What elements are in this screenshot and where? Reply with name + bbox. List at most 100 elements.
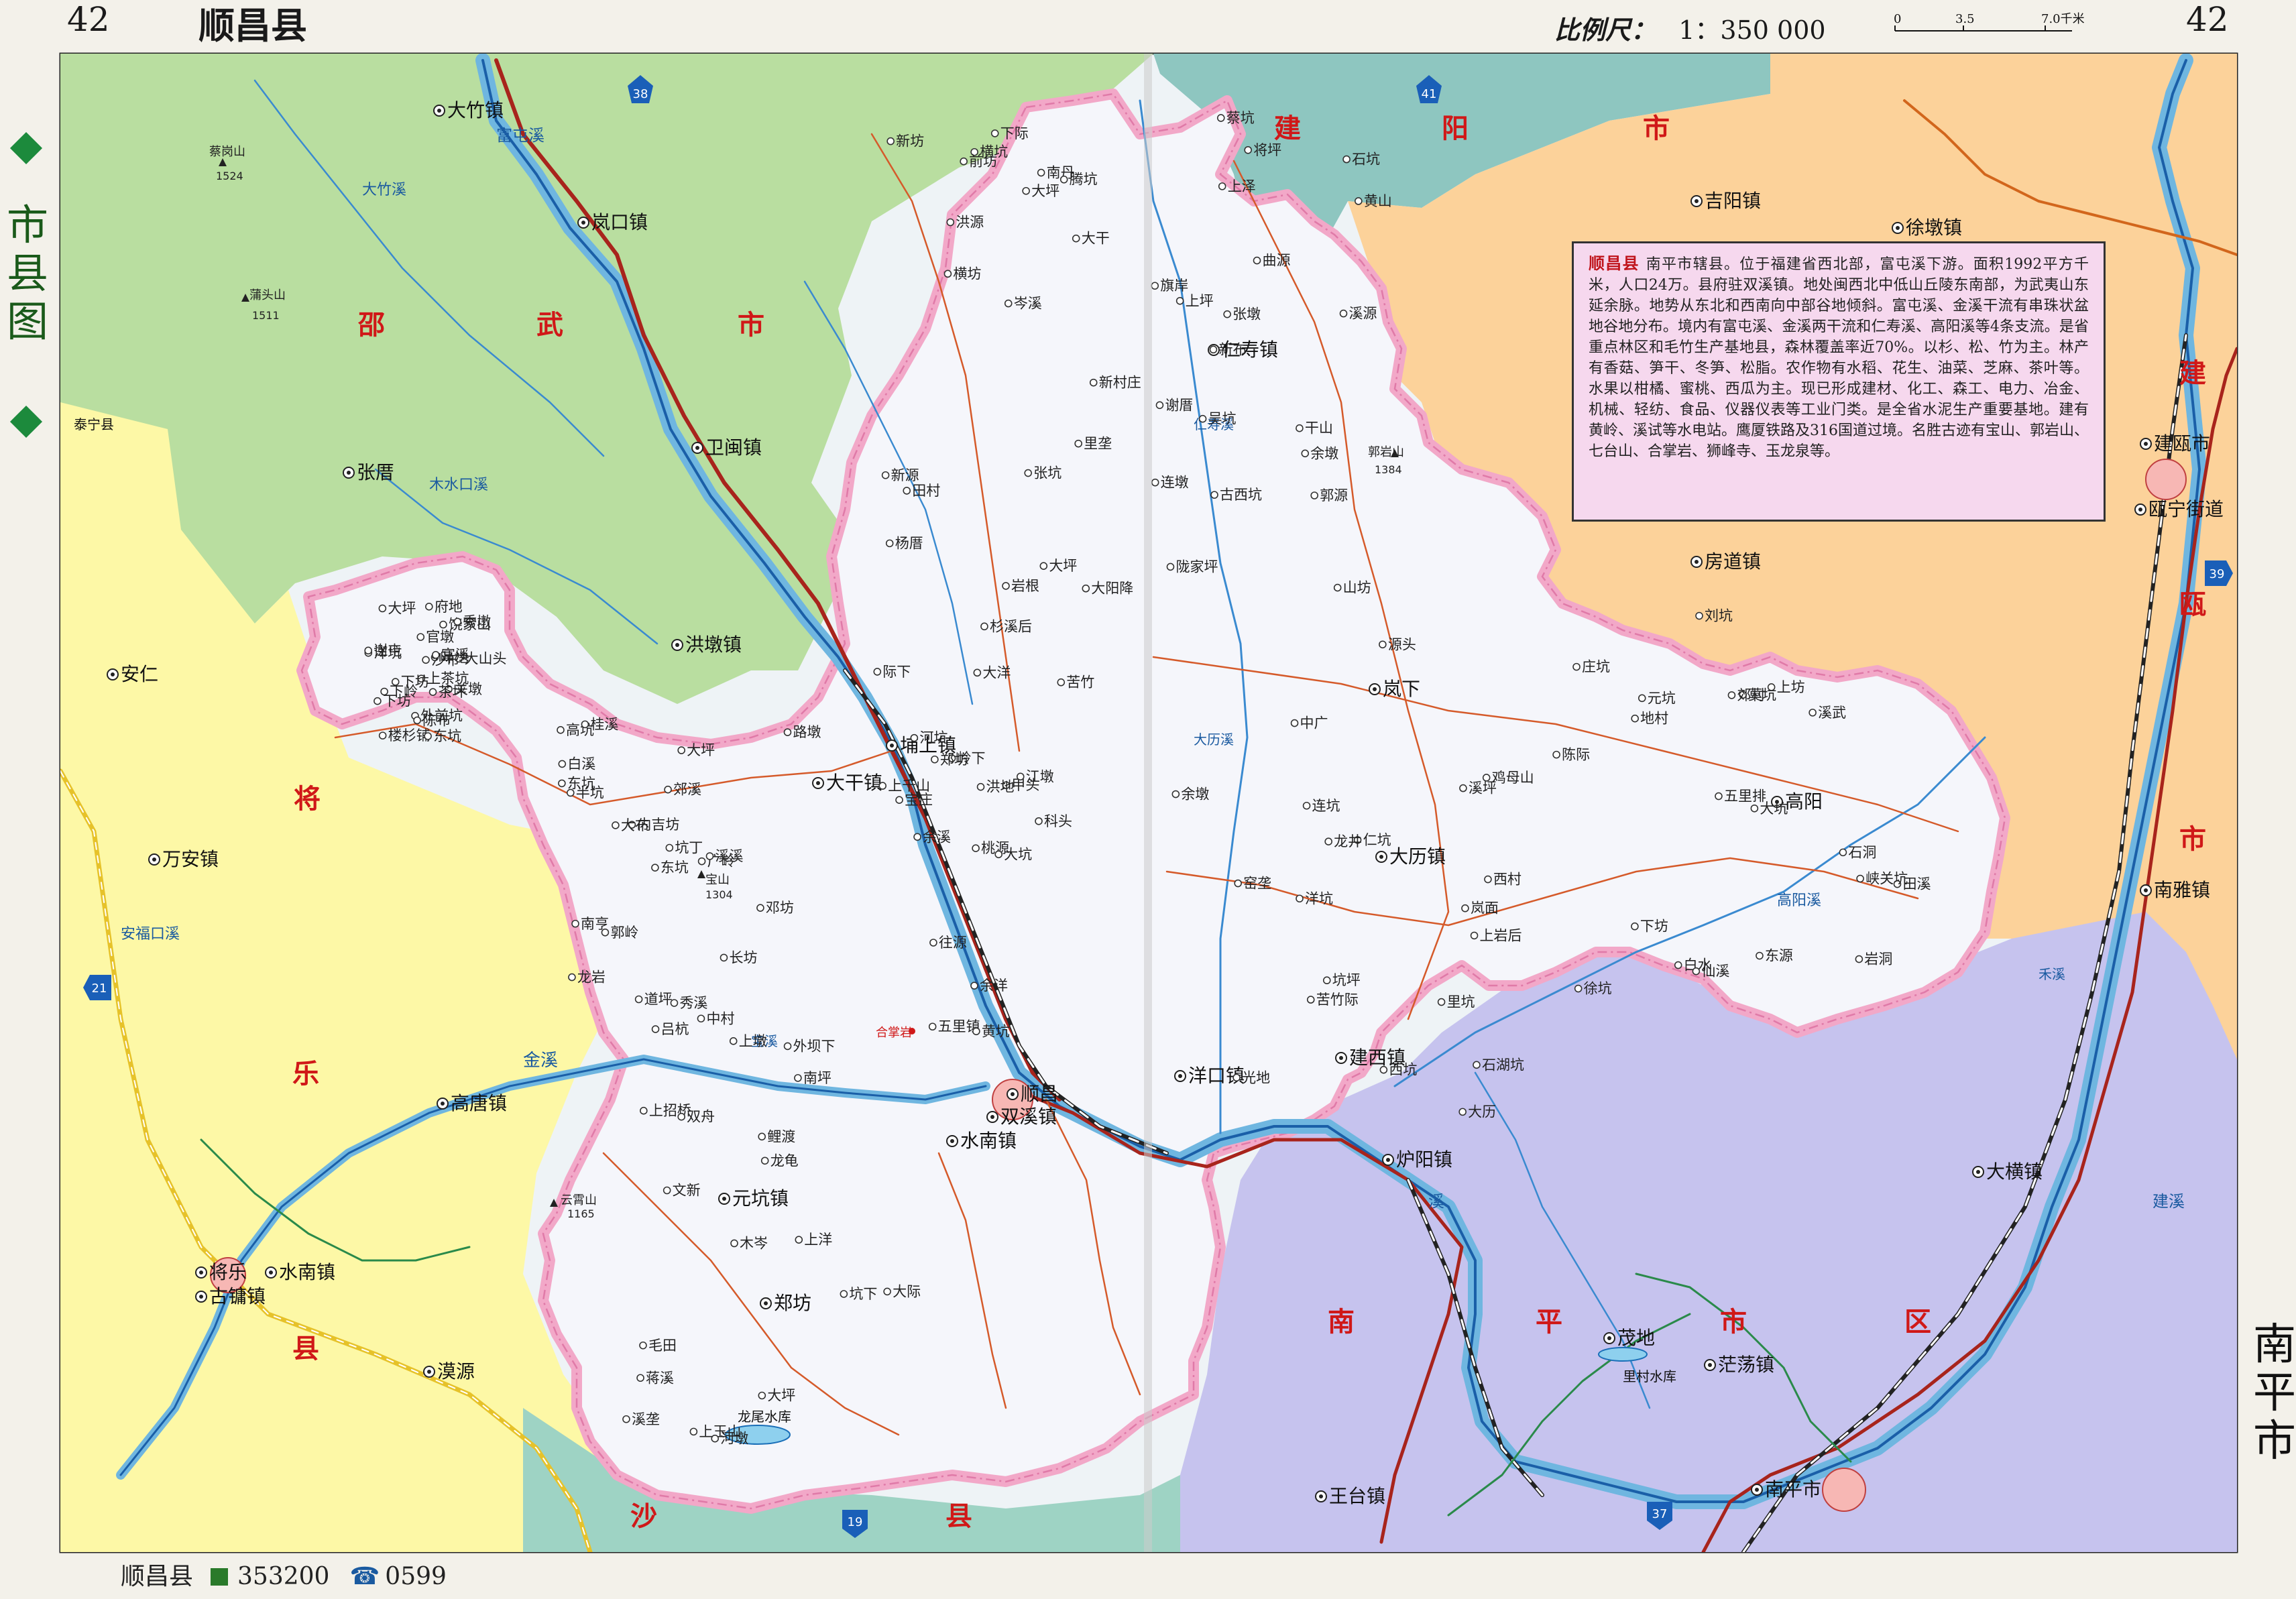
svg-text:郭岩山: 郭岩山 xyxy=(1368,445,1404,459)
village-label: 苦竹际 xyxy=(1316,992,1359,1008)
side-title-right: 南平市 xyxy=(2253,1320,2296,1466)
region-label: 市 xyxy=(1643,113,1670,144)
village-label: 吕杭 xyxy=(661,1021,689,1037)
town-label: 岚下 xyxy=(1383,678,1420,700)
region-label: 南 xyxy=(1328,1306,1355,1338)
village-label: 地村 xyxy=(1640,711,1668,727)
village-label: 腾坑 xyxy=(1070,172,1098,188)
town-label: 万安镇 xyxy=(162,848,219,870)
village-label: 桂溪 xyxy=(590,716,618,732)
village-label: 双舟 xyxy=(687,1109,715,1125)
village-label: 大山头 xyxy=(464,650,506,666)
route-badge: 19 xyxy=(842,1510,868,1538)
village-label: 山坊 xyxy=(1343,580,1371,596)
village-label: 南亨 xyxy=(581,916,609,932)
village-label: 岩洞 xyxy=(1864,951,1892,967)
town-label: 将乐 xyxy=(209,1261,247,1283)
village-label: 仙溪 xyxy=(1701,963,1729,980)
route-badge: 21 xyxy=(83,975,111,1000)
village-label: 东坑 xyxy=(433,728,461,744)
svg-text:蔡岗山: 蔡岗山 xyxy=(209,145,245,159)
river-label: 安福口溪 xyxy=(121,926,180,943)
svg-text:1304: 1304 xyxy=(705,888,733,901)
village-label: 宝庄 xyxy=(905,792,933,808)
village-label: 大际 xyxy=(893,1283,921,1299)
village-label: 窑垄 xyxy=(1243,876,1271,892)
region-label: 邵 xyxy=(357,309,385,341)
village-label: 余墩 xyxy=(1310,445,1338,461)
map-canvas[interactable]: 邵 武 市 建 阳 市 建 瓯 市 将 乐 县 沙 县 南 平 市 区 蔡岗山 1… xyxy=(0,0,2296,1599)
village-label: 余溪 xyxy=(923,829,951,845)
svg-text:19: 19 xyxy=(848,1515,863,1529)
village-label: 西村 xyxy=(1493,872,1522,888)
village-label: 峡关坑 xyxy=(1866,871,1908,887)
village-label: 中村 xyxy=(706,1010,734,1026)
village-label: 张墩 xyxy=(1232,306,1261,322)
village-label: 溪垄 xyxy=(632,1411,660,1427)
village-label: 下坊 xyxy=(383,693,411,709)
village-label: 石洞 xyxy=(1848,844,1876,860)
region-label: 沙 xyxy=(630,1500,657,1532)
city-patch-nanping xyxy=(1822,1468,1866,1512)
village-label: 洋坑 xyxy=(1305,890,1333,906)
village-label: 富溪 xyxy=(441,647,469,663)
village-label: 大干 xyxy=(1082,231,1110,247)
village-label: 茶坪 xyxy=(439,684,467,700)
village-label: 毛田 xyxy=(648,1338,677,1354)
village-label: 坑丁 xyxy=(675,840,703,856)
village-label: 余洋 xyxy=(980,978,1008,994)
town-marker: 瓯宁街道 xyxy=(2134,498,2224,520)
village-label: 连墩 xyxy=(1161,475,1189,491)
river-label: 禾溪 xyxy=(2039,966,2065,982)
village-label: 郑坊 xyxy=(940,752,968,768)
town-label: 茂地 xyxy=(1617,1327,1655,1349)
village-label: 往源 xyxy=(939,935,967,951)
village-label: 木岑 xyxy=(740,1235,768,1251)
village-label: 杉溪后 xyxy=(990,618,1032,634)
svg-text:1524: 1524 xyxy=(216,170,243,182)
village-label: 邓坊 xyxy=(766,900,794,916)
neighbor-county-label: 泰宁县 xyxy=(74,416,114,432)
village-label: 石湖坑 xyxy=(1482,1057,1524,1073)
village-label: 中广 xyxy=(1300,715,1328,731)
town-label: 大历镇 xyxy=(1389,845,1446,868)
town-label: 大竹镇 xyxy=(447,99,504,121)
village-label: 大坑 xyxy=(1004,846,1032,862)
river-label: 大竹溪 xyxy=(362,182,406,198)
village-label: 郭岭 xyxy=(610,925,638,941)
village-label: 岑溪 xyxy=(1014,296,1042,312)
svg-text:1511: 1511 xyxy=(252,309,280,322)
region-label: 市 xyxy=(1720,1306,1747,1338)
village-label: 谢厝 xyxy=(1165,397,1193,413)
town-label: 建瓯市 xyxy=(2154,432,2210,455)
village-label: 大坪 xyxy=(767,1388,795,1404)
town-label: 王台镇 xyxy=(1329,1485,1385,1507)
svg-text:41: 41 xyxy=(1422,87,1437,101)
landmark-hezhangyan: 合掌岩 xyxy=(876,1026,915,1040)
village-label: 郭源 xyxy=(1320,487,1348,504)
route-badge: 41 xyxy=(1416,75,1442,103)
village-label: 黄坑 xyxy=(982,1023,1010,1039)
village-label: 谢屯 xyxy=(374,642,402,658)
region-label: 武 xyxy=(536,309,563,341)
city-patch-jianou xyxy=(2145,459,2187,500)
village-label: 溪溪 xyxy=(715,848,743,864)
town-label: 茫荡镇 xyxy=(1718,1354,1774,1376)
phone-icon: ☎ xyxy=(349,1563,380,1590)
village-label: 陈布 xyxy=(422,712,451,728)
village-label: 溪源 xyxy=(1349,306,1377,322)
village-label: 大坪 xyxy=(388,600,416,616)
info-text: 南平市辖县。位于福建省西北部，富屯溪下游。面积1992平方千米，人口24万。县府… xyxy=(1589,256,2089,460)
route-badge: 37 xyxy=(1647,1502,1672,1530)
town-label: 水南镇 xyxy=(960,1130,1017,1152)
region-label: 瓯 xyxy=(2179,589,2206,620)
svg-text:37: 37 xyxy=(1652,1507,1668,1521)
village-label: 大坪 xyxy=(687,742,715,758)
village-label: 郊村 xyxy=(1737,687,1765,703)
village-label: 鲤渡 xyxy=(767,1128,795,1144)
village-label: 蔡坑 xyxy=(1226,110,1255,126)
village-label: 里垄 xyxy=(1084,436,1112,452)
village-label: 郊溪 xyxy=(673,782,701,798)
village-label: 官墩 xyxy=(426,629,454,645)
village-label: 余墩 xyxy=(1181,786,1209,803)
